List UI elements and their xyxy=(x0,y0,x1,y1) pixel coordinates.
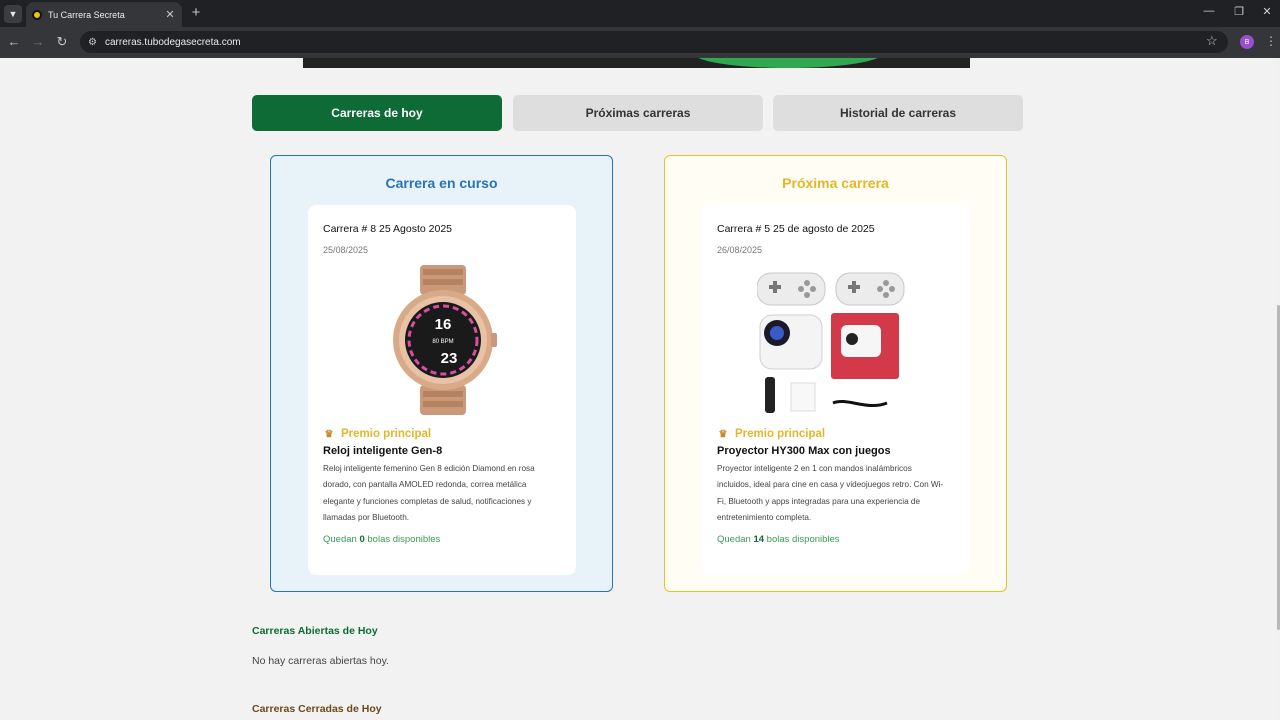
current-race-heading: Carrera en curso xyxy=(385,175,498,191)
minimize-icon[interactable]: — xyxy=(1199,5,1219,17)
race-tabs: Carreras de hoy Próximas carreras Histor… xyxy=(252,95,1023,131)
balls-count: 14 xyxy=(753,534,765,545)
open-races-heading: Carreras Abiertas de Hoy xyxy=(252,625,378,637)
address-bar[interactable]: ⚙ carreras.tubodegasecreta.com xyxy=(80,31,1228,53)
prize-name: Proyector HY300 Max con juegos xyxy=(717,445,891,457)
hero-banner-image xyxy=(303,58,970,68)
projector-bundle-image xyxy=(757,272,905,413)
prize-description: Reloj inteligente femenino Gen 8 edición… xyxy=(323,464,535,522)
next-race-panel: Próxima carrera Carrera # 5 25 de agosto… xyxy=(664,155,1007,592)
balls-available: Quedan 0 bolas disponibles xyxy=(323,534,440,545)
trophy-icon: ♛ xyxy=(718,428,728,440)
tab-title: Tu Carrera Secreta xyxy=(48,9,125,20)
prize-label: ♛ Premio principal xyxy=(323,428,432,440)
star-icon[interactable]: ☆ xyxy=(1206,33,1218,49)
next-race-heading: Próxima carrera xyxy=(782,175,889,191)
tab-carreras-de-hoy[interactable]: Carreras de hoy xyxy=(252,95,502,131)
race-title: Carrera # 5 25 de agosto de 2025 xyxy=(717,223,875,235)
forward-icon[interactable]: → xyxy=(29,34,47,49)
close-icon[interactable]: ✕ xyxy=(164,8,176,21)
race-date: 26/08/2025 xyxy=(717,245,763,255)
reload-icon[interactable]: ↻ xyxy=(53,34,71,50)
plus-icon[interactable]: + xyxy=(188,4,204,21)
balls-suffix: bolas disponibles xyxy=(766,534,840,545)
race-title: Carrera # 8 25 Agosto 2025 xyxy=(323,223,453,235)
site-info-icon[interactable]: ⚙ xyxy=(88,37,97,48)
gamepad-right xyxy=(835,272,905,306)
trophy-icon: ♛ xyxy=(324,428,334,440)
closed-races-heading: Carreras Cerradas de Hoy xyxy=(252,703,382,715)
tab-favicon xyxy=(32,9,42,20)
next-race-card[interactable]: Carrera # 5 25 de agosto de 2025 26/08/2… xyxy=(702,205,970,575)
prize-label-text: Premio principal xyxy=(341,428,432,440)
browser-tab[interactable]: Tu Carrera Secreta ✕ xyxy=(26,2,182,27)
current-race-panel: Carrera en curso Carrera # 8 25 Agosto 2… xyxy=(270,155,613,592)
browser-tab-bar: ▼ Tu Carrera Secreta ✕ + — ❐ ✕ xyxy=(0,0,1280,27)
prize-label-text: Premio principal xyxy=(735,428,826,440)
watch-minute: 23 xyxy=(441,350,458,367)
balls-available: Quedan 14 bolas disponibles xyxy=(717,534,840,545)
smartwatch-image: 16 80 BPM 23 xyxy=(393,265,497,415)
prize-name: Reloj inteligente Gen-8 xyxy=(323,445,443,457)
balls-count: 0 xyxy=(359,534,365,545)
balls-suffix: bolas disponibles xyxy=(367,534,441,545)
watch-bpm: 80 BPM xyxy=(432,339,453,345)
current-race-card[interactable]: Carrera # 8 25 Agosto 2025 25/08/2025 16… xyxy=(308,205,576,575)
avatar[interactable]: B xyxy=(1240,35,1254,49)
browser-toolbar: ← → ↻ ⚙ carreras.tubodegasecreta.com ☆ B… xyxy=(0,27,1280,58)
menu-icon[interactable]: ⋮ xyxy=(1265,34,1277,48)
race-date: 25/08/2025 xyxy=(323,245,369,255)
back-icon[interactable]: ← xyxy=(5,34,23,49)
page-viewport: Carreras de hoy Próximas carreras Histor… xyxy=(0,58,1276,720)
tab-proximas-carreras[interactable]: Próximas carreras xyxy=(513,95,763,131)
watch-hour: 16 xyxy=(435,316,452,333)
tab-historial-de-carreras[interactable]: Historial de carreras xyxy=(773,95,1023,131)
open-races-empty-message: No hay carreras abiertas hoy. xyxy=(252,655,389,667)
prize-description: Proyector inteligente 2 en 1 con mandos … xyxy=(717,464,944,522)
tab-list-icon[interactable]: ▼ xyxy=(4,5,22,23)
url-text: carreras.tubodegasecreta.com xyxy=(104,36,241,48)
window-close-icon[interactable]: ✕ xyxy=(1257,5,1277,18)
restore-icon[interactable]: ❐ xyxy=(1229,5,1249,18)
prize-label: ♛ Premio principal xyxy=(717,428,826,440)
balls-prefix: Quedan xyxy=(717,534,751,545)
balls-prefix: Quedan xyxy=(323,534,357,545)
gamepad-left xyxy=(757,272,826,306)
